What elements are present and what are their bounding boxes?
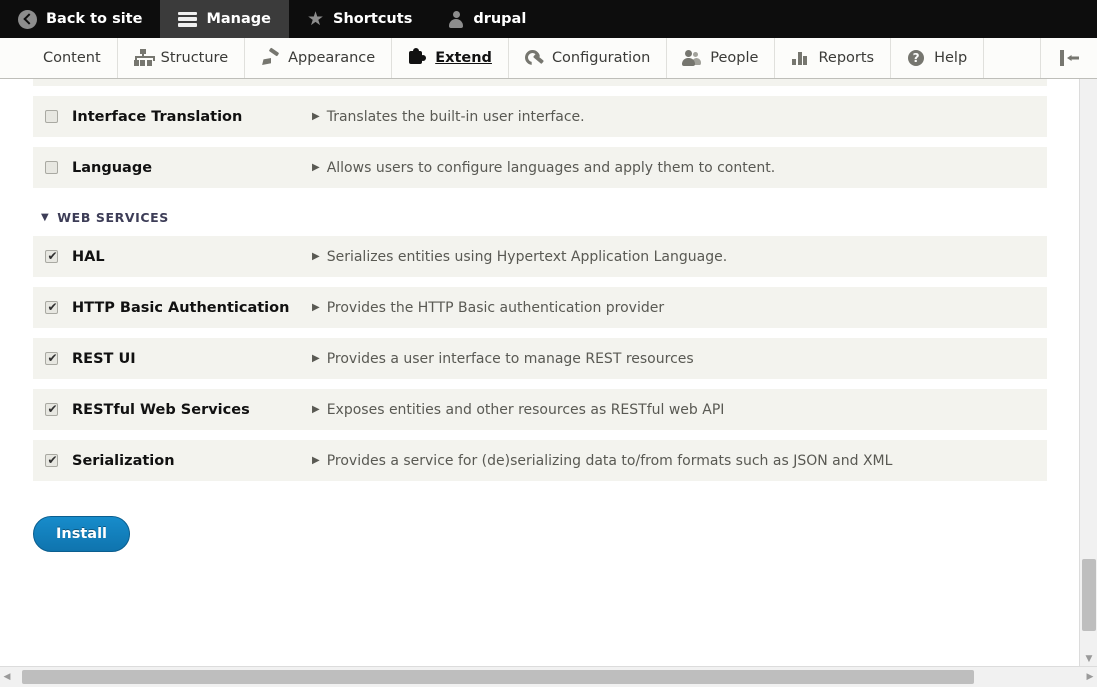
scroll-down-arrow-icon[interactable]: ▼ (1080, 655, 1097, 664)
menu-item-extend[interactable]: Extend (392, 38, 509, 78)
admin-bar-item-back-to-site[interactable]: Back to site (0, 0, 160, 38)
module-enable-checkbox[interactable] (45, 161, 58, 174)
bar-chart-icon (791, 49, 809, 67)
module-description: ▶ Provides a user interface to manage RE… (312, 351, 694, 367)
module-description: ▶ Provides the HTTP Basic authentication… (312, 300, 664, 316)
menu-item-label: Help (934, 50, 968, 66)
user-person-icon (448, 10, 464, 28)
back-arrow-circle-icon (18, 9, 37, 29)
menu-item-people[interactable]: People (667, 38, 776, 78)
module-row[interactable]: HTTP Basic Authentication ▶ Provides the… (33, 287, 1047, 328)
scroll-left-arrow-icon[interactable]: ◀ (0, 672, 14, 682)
module-description-text: Translates the built-in user interface. (326, 108, 585, 125)
admin-bar-item-manage[interactable]: Manage (160, 0, 289, 38)
triangle-right-icon[interactable]: ▶ (312, 302, 320, 313)
menu-item-label: People (710, 50, 759, 66)
menu-item-configuration[interactable]: Configuration (509, 38, 668, 78)
module-name[interactable]: HAL (72, 249, 312, 265)
people-group-icon (682, 49, 702, 67)
module-description-text: Provides the HTTP Basic authentication p… (326, 299, 665, 316)
module-row[interactable]: HAL ▶ Serializes entities using Hypertex… (33, 236, 1047, 277)
menu-item-label: Appearance (288, 50, 376, 66)
module-enable-checkbox[interactable] (45, 401, 59, 417)
module-row[interactable]: Interface Translation ▶ Translates the b… (33, 96, 1047, 137)
menu-item-appearance[interactable]: Appearance (245, 38, 393, 78)
triangle-right-icon[interactable]: ▶ (312, 455, 320, 466)
page-scroll-area: Content Translation ▶ Allows users to tr… (0, 79, 1079, 666)
module-description: ▶ Allows users to configure languages an… (312, 160, 775, 176)
wrench-icon (525, 49, 543, 67)
menu-bar-spacer (984, 38, 1041, 78)
sitemap-tree-icon (133, 49, 155, 67)
menu-item-label: Structure (160, 50, 229, 66)
module-row[interactable]: RESTful Web Services ▶ Exposes entities … (33, 389, 1047, 430)
module-enable-checkbox[interactable] (45, 110, 58, 123)
paintbrush-icon (261, 49, 279, 67)
menu-item-content[interactable]: Content (0, 38, 118, 78)
admin-bar-label: Back to site (46, 11, 143, 27)
admin-bar-label: Manage (206, 11, 271, 27)
module-name[interactable]: REST UI (72, 351, 312, 367)
module-description-text: Allows users to configure languages and … (326, 159, 776, 176)
module-enable-checkbox[interactable] (45, 350, 59, 366)
module-description-text: Serializes entities using Hypertext Appl… (326, 248, 728, 265)
horizontal-scrollbar[interactable]: ◀ ▶ (0, 666, 1097, 687)
hamburger-menu-icon (178, 11, 198, 27)
admin-toolbar: Back to site Manage ★ Shortcuts drupal (0, 0, 1097, 38)
module-description-text: Provides a service for (de)serializing d… (326, 452, 893, 469)
module-description-text: Provides a user interface to manage REST… (326, 350, 694, 367)
module-row[interactable]: Language ▶ Allows users to configure lan… (33, 147, 1047, 188)
triangle-right-icon[interactable]: ▶ (312, 353, 320, 364)
menu-item-label: Reports (818, 50, 875, 66)
vertical-scrollbar-thumb[interactable] (1082, 559, 1096, 631)
menu-item-help[interactable]: Help (891, 38, 985, 78)
module-row[interactable]: REST UI ▶ Provides a user interface to m… (33, 338, 1047, 379)
horizontal-scrollbar-thumb[interactable] (22, 670, 974, 684)
section-header-web-services[interactable]: ▼ WEB SERVICES (41, 210, 1079, 225)
menu-item-label: Configuration (551, 50, 651, 66)
admin-bar-item-user-account[interactable]: drupal (430, 0, 544, 38)
star-icon: ★ (306, 7, 325, 30)
triangle-right-icon[interactable]: ▶ (312, 162, 320, 173)
module-description: ▶ Serializes entities using Hypertext Ap… (312, 249, 727, 265)
module-row[interactable]: Content Translation ▶ Allows users to tr… (33, 79, 1047, 86)
admin-bar-label: drupal (473, 11, 527, 27)
menu-item-structure[interactable]: Structure (118, 38, 246, 78)
collapse-toolbar-arrow-icon (1058, 50, 1080, 66)
question-mark-circle-icon (907, 49, 925, 67)
module-name[interactable]: RESTful Web Services (72, 402, 312, 418)
module-description: ▶ Exposes entities and other resources a… (312, 402, 724, 418)
install-button[interactable]: Install (33, 516, 131, 552)
admin-bar-item-shortcuts[interactable]: ★ Shortcuts (289, 0, 430, 38)
module-name[interactable]: HTTP Basic Authentication (72, 300, 312, 316)
vertical-scrollbar[interactable]: ▼ (1079, 79, 1097, 666)
module-name[interactable]: Language (72, 160, 312, 176)
module-description: ▶ Translates the built-in user interface… (312, 109, 585, 125)
document-icon (16, 49, 34, 67)
module-enable-checkbox[interactable] (45, 452, 59, 468)
module-row[interactable]: Serialization ▶ Provides a service for (… (33, 440, 1047, 481)
module-enable-checkbox[interactable] (45, 248, 59, 264)
collapse-toolbar-button[interactable] (1041, 38, 1097, 78)
section-header-label: WEB SERVICES (57, 210, 169, 225)
extend-module-list: Content Translation ▶ Allows users to tr… (0, 79, 1079, 552)
module-name[interactable]: Interface Translation (72, 109, 312, 125)
module-enable-checkbox[interactable] (45, 299, 59, 315)
triangle-right-icon[interactable]: ▶ (312, 111, 320, 122)
triangle-down-icon: ▼ (41, 211, 50, 223)
admin-bar-label: Shortcuts (333, 11, 413, 27)
menu-item-reports[interactable]: Reports (775, 38, 892, 78)
module-description-text: Exposes entities and other resources as … (326, 401, 725, 418)
puzzle-piece-icon (408, 48, 427, 67)
triangle-right-icon[interactable]: ▶ (312, 404, 320, 415)
scroll-right-arrow-icon[interactable]: ▶ (1083, 672, 1097, 682)
horizontal-scrollbar-track[interactable] (14, 670, 1083, 684)
menu-item-label: Content (43, 50, 101, 66)
module-description: ▶ Provides a service for (de)serializing… (312, 453, 892, 469)
module-name[interactable]: Serialization (72, 453, 312, 469)
triangle-right-icon[interactable]: ▶ (312, 251, 320, 262)
menu-item-label: Extend (435, 50, 492, 66)
admin-menu-bar: Content Structure Appearance Extend Conf… (0, 38, 1097, 79)
form-actions: Install (33, 516, 1079, 552)
